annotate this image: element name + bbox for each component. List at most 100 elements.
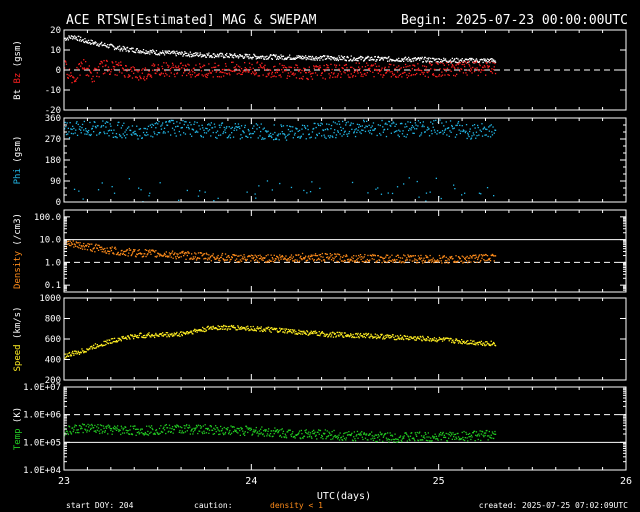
data-point — [208, 123, 210, 125]
data-point — [227, 427, 229, 429]
data-point — [123, 69, 125, 71]
data-point — [126, 432, 128, 434]
data-point — [221, 71, 223, 74]
data-point — [369, 259, 371, 261]
data-point — [389, 71, 391, 73]
data-point — [352, 59, 354, 61]
data-point — [253, 256, 255, 259]
data-point — [193, 427, 195, 429]
data-point — [115, 61, 117, 63]
data-point — [465, 433, 468, 435]
data-point — [187, 427, 190, 429]
data-point — [481, 135, 484, 137]
data-point — [287, 72, 290, 74]
data-point — [207, 74, 209, 76]
data-point — [133, 67, 135, 69]
data-point — [403, 437, 405, 439]
data-point — [260, 65, 262, 67]
data-point — [123, 46, 126, 48]
data-point — [258, 258, 261, 260]
data-point — [464, 258, 466, 260]
data-point — [165, 121, 167, 123]
data-point — [122, 133, 124, 135]
data-point — [164, 132, 166, 134]
data-point — [142, 51, 144, 53]
data-point — [175, 53, 177, 55]
data-point — [116, 47, 118, 49]
data-point — [180, 256, 182, 258]
data-point — [214, 428, 216, 431]
data-point — [276, 70, 278, 72]
data-point — [104, 340, 106, 342]
data-point — [145, 336, 147, 338]
data-point — [478, 70, 480, 72]
data-point — [235, 429, 237, 432]
data-point — [221, 325, 223, 328]
data-point — [436, 438, 439, 440]
data-point — [246, 191, 248, 193]
data-point — [259, 330, 261, 332]
data-point — [149, 49, 151, 52]
data-point — [489, 437, 492, 439]
data-point — [155, 122, 158, 124]
data-point — [97, 125, 99, 127]
data-point — [75, 80, 77, 82]
data-point — [232, 61, 234, 63]
data-point — [451, 434, 453, 436]
data-point — [211, 429, 214, 431]
data-point — [105, 426, 107, 428]
data-point — [394, 68, 396, 70]
data-point — [221, 68, 224, 71]
data-point — [125, 254, 127, 256]
data-point — [264, 429, 266, 431]
data-point — [423, 435, 425, 437]
data-point — [266, 435, 268, 437]
data-point — [244, 124, 246, 127]
data-point — [220, 124, 222, 126]
data-point — [134, 425, 136, 427]
data-point — [481, 431, 484, 433]
data-point — [327, 135, 330, 137]
data-point — [329, 253, 331, 255]
data-point — [213, 66, 216, 69]
data-point — [335, 58, 337, 60]
data-point — [158, 54, 161, 56]
data-point — [195, 427, 197, 429]
data-point — [272, 133, 274, 135]
data-point — [348, 258, 350, 260]
data-point — [446, 440, 449, 442]
data-point — [140, 428, 142, 430]
data-point — [401, 438, 404, 440]
data-point — [428, 70, 430, 72]
data-point — [221, 53, 224, 55]
data-point — [461, 438, 463, 440]
data-point — [99, 63, 102, 65]
data-point — [298, 129, 301, 132]
data-point — [335, 66, 337, 68]
data-point — [435, 340, 437, 342]
data-point — [421, 260, 423, 262]
data-point — [374, 437, 376, 439]
data-point — [104, 247, 106, 250]
data-point — [162, 427, 164, 430]
data-point — [473, 61, 475, 63]
data-point — [477, 258, 479, 261]
data-point — [468, 436, 470, 438]
data-point — [385, 336, 388, 338]
data-point — [201, 431, 203, 433]
data-point — [117, 340, 119, 342]
data-point — [331, 68, 333, 71]
data-point — [414, 122, 416, 124]
data-point — [486, 128, 488, 131]
data-point — [483, 69, 485, 71]
data-point — [186, 424, 188, 426]
data-point — [388, 441, 390, 443]
data-point — [300, 438, 302, 440]
data-point — [481, 59, 484, 61]
data-point — [421, 71, 423, 74]
data-point — [461, 255, 463, 257]
data-point — [299, 137, 301, 139]
data-point — [150, 253, 152, 255]
data-point — [130, 66, 132, 69]
data-point — [300, 55, 302, 57]
